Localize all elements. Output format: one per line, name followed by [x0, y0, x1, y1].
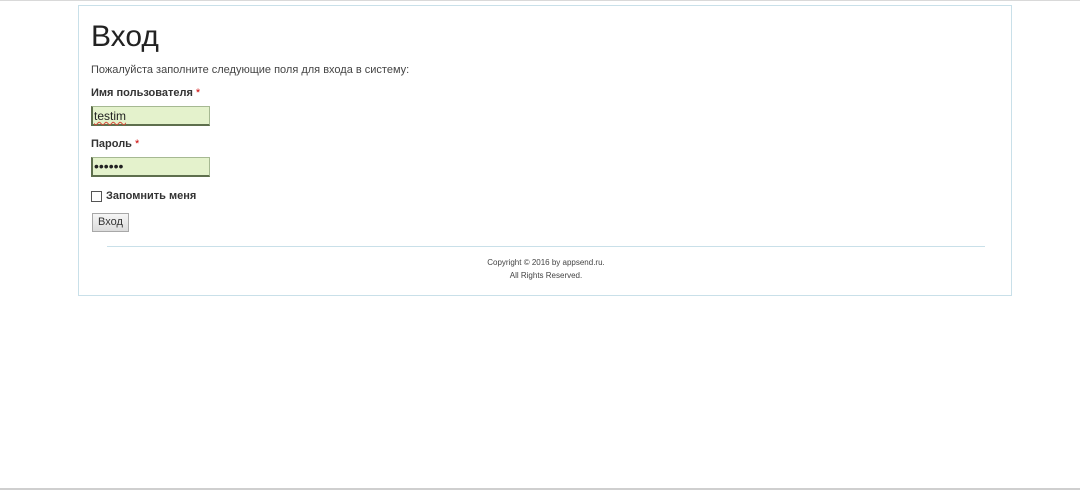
remember-me-row[interactable]: Запомнить меня: [91, 190, 196, 202]
username-required-mark: *: [195, 87, 201, 99]
password-label-text: Пароль: [91, 138, 132, 150]
top-border-line: [0, 0, 1080, 1]
login-page-container: Вход Пожалуйста заполните следующие поля…: [78, 5, 1012, 296]
login-button[interactable]: Вход: [92, 213, 129, 232]
form-instructions: Пожалуйста заполните следующие поля для …: [91, 64, 410, 76]
footer-rights: All Rights Reserved.: [509, 271, 583, 280]
username-input[interactable]: testim: [91, 106, 210, 126]
footer: Copyright © 2016 by appsend.ru. All Righ…: [107, 256, 985, 282]
footer-copyright: Copyright © 2016 by appsend.ru.: [487, 258, 605, 267]
username-label: Имя пользователя *: [91, 87, 200, 99]
password-input-value: ••••••: [94, 158, 124, 174]
username-label-text: Имя пользователя: [91, 87, 193, 99]
remember-me-checkbox[interactable]: [91, 190, 102, 202]
remember-me-label[interactable]: Запомнить меня: [106, 190, 196, 202]
password-required-mark: *: [134, 138, 140, 150]
password-label: Пароль *: [91, 138, 139, 150]
footer-divider: [107, 246, 985, 247]
page-title: Вход: [91, 20, 159, 53]
password-input[interactable]: ••••••: [91, 157, 210, 177]
username-input-value: testim: [94, 109, 127, 123]
